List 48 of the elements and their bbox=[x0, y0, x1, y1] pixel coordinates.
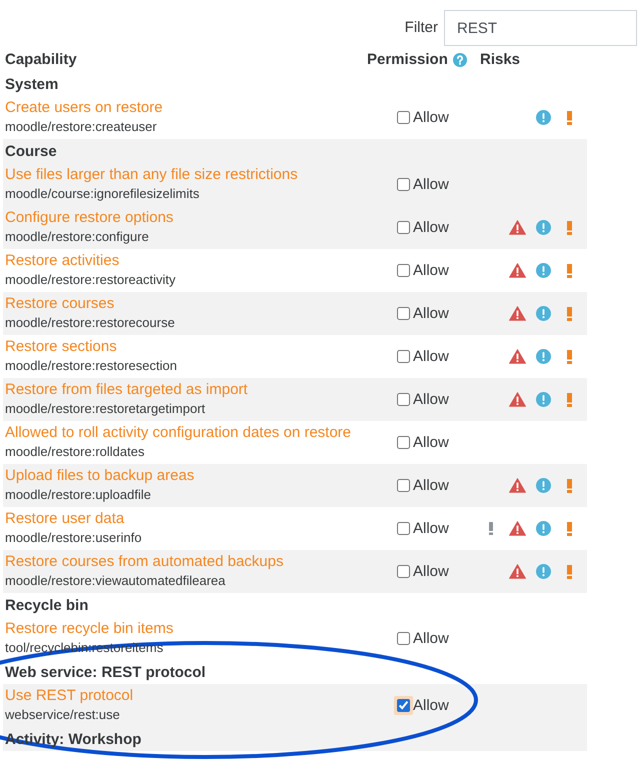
capability-id: moodle/restore:restoresection bbox=[5, 357, 177, 375]
capability-id: moodle/restore:restoretargetimport bbox=[5, 400, 206, 418]
allow-checkbox[interactable] bbox=[397, 565, 410, 578]
allow-checkbox[interactable] bbox=[397, 307, 410, 320]
allow-label[interactable]: Allow bbox=[413, 696, 449, 716]
allow-checkbox[interactable] bbox=[397, 522, 410, 535]
group-heading: Course bbox=[5, 142, 57, 162]
allow-checkbox[interactable] bbox=[397, 479, 410, 492]
allow-label[interactable]: Allow bbox=[413, 518, 449, 538]
capability-id: moodle/restore:createuser bbox=[5, 118, 157, 136]
allow-label[interactable]: Allow bbox=[413, 562, 449, 582]
allow-label[interactable]: Allow bbox=[413, 108, 449, 128]
group-heading: Recycle bin bbox=[5, 596, 88, 616]
allow-checkbox[interactable] bbox=[397, 264, 410, 277]
help-icon[interactable] bbox=[452, 53, 467, 67]
allow-checkbox[interactable] bbox=[397, 393, 410, 406]
filter-label: Filter bbox=[404, 18, 438, 38]
allow-label[interactable]: Allow bbox=[413, 260, 449, 280]
column-header: Permission bbox=[367, 50, 448, 70]
allow-checkbox[interactable] bbox=[397, 350, 410, 363]
allow-checkbox[interactable] bbox=[397, 111, 410, 124]
capability-id: moodle/restore:viewautomatedfilearea bbox=[5, 572, 226, 590]
capability-id: moodle/course:ignorefilesizelimits bbox=[5, 185, 200, 203]
capability-id: moodle/restore:rolldates bbox=[5, 443, 144, 461]
allow-label[interactable]: Allow bbox=[413, 346, 449, 366]
allow-label[interactable]: Allow bbox=[413, 174, 449, 194]
group-heading: System bbox=[5, 75, 58, 95]
allow-checkbox[interactable] bbox=[397, 436, 410, 449]
column-header: Capability bbox=[5, 50, 77, 70]
allow-label[interactable]: Allow bbox=[413, 432, 449, 452]
allow-checkbox[interactable] bbox=[397, 178, 410, 191]
column-header: Risks bbox=[480, 50, 520, 70]
capability-id: moodle/restore:uploadfile bbox=[5, 486, 151, 504]
filter-field[interactable]: REST bbox=[444, 10, 637, 46]
allow-label[interactable]: Allow bbox=[413, 628, 449, 648]
allow-label[interactable]: Allow bbox=[413, 390, 449, 410]
allow-checkbox[interactable] bbox=[397, 221, 410, 234]
capability-id: moodle/restore:configure bbox=[5, 228, 149, 246]
allow-label[interactable]: Allow bbox=[413, 476, 449, 496]
capability-id: moodle/restore:restoreactivity bbox=[5, 271, 176, 289]
allow-label[interactable]: Allow bbox=[413, 304, 449, 324]
allow-checkbox[interactable] bbox=[394, 696, 413, 715]
capability-id: moodle/restore:restorecourse bbox=[5, 314, 175, 332]
allow-checkbox[interactable] bbox=[397, 632, 410, 645]
capability-id: moodle/restore:userinfo bbox=[5, 529, 142, 547]
group-heading: Web service: REST protocol bbox=[5, 663, 206, 683]
allow-label[interactable]: Allow bbox=[413, 218, 449, 238]
capability-id: webservice/rest:use bbox=[5, 706, 120, 724]
